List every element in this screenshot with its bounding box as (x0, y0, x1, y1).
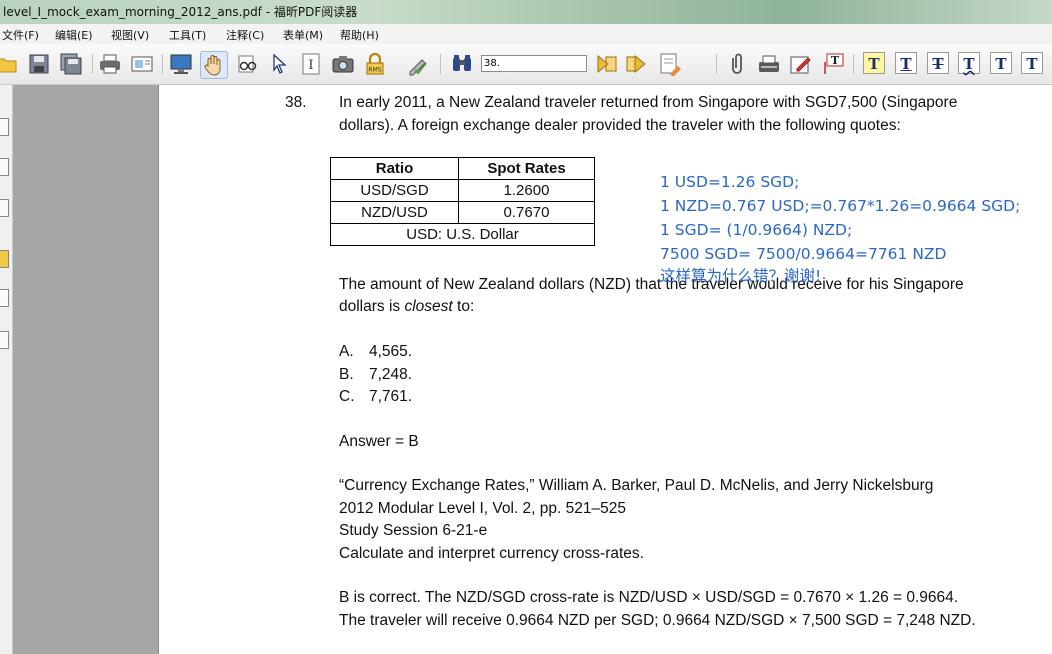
find-binoculars-icon[interactable] (449, 51, 475, 77)
menu-edit[interactable]: 编辑(E) (55, 27, 93, 43)
prev-result-icon[interactable] (593, 51, 619, 77)
rates-table: Ratio Spot Rates USD/SGD 1.2600 NZD/USD … (330, 157, 595, 246)
table-header-cell: Ratio (330, 157, 459, 180)
answer-text: Answer = B (339, 433, 419, 450)
text-insert-icon[interactable]: T (1021, 52, 1043, 74)
pages-panel-icon[interactable] (0, 118, 9, 136)
comments-panel-icon[interactable] (0, 250, 9, 268)
annotation-line: 1 NZD=0.767 USD;=0.767*1.26=0.9664 SGD; (660, 197, 1021, 215)
highlight-page-icon[interactable] (657, 51, 683, 77)
table-footer-row: USD: U.S. Dollar (330, 223, 595, 246)
page-setup-icon[interactable] (129, 51, 155, 77)
print-icon[interactable] (97, 51, 123, 77)
svg-text:I: I (308, 58, 313, 73)
svg-text:RMS: RMS (368, 67, 381, 74)
typewriter-icon[interactable] (756, 51, 782, 77)
menu-comments[interactable]: 注释(C) (226, 27, 264, 43)
menu-file[interactable]: 文件(F) (2, 27, 39, 43)
next-result-icon[interactable] (624, 51, 650, 77)
menu-view[interactable]: 视图(V) (111, 27, 149, 43)
option-letter: B. (339, 366, 354, 383)
reference-line: Calculate and interpret currency cross-r… (339, 545, 644, 562)
save-icon[interactable] (26, 51, 52, 77)
question-text-line1: In early 2011, a New Zealand traveler re… (339, 94, 958, 111)
text-underline-icon[interactable]: T (895, 52, 917, 74)
title-bar: level_I_mock_exam_morning_2012_ans.pdf -… (0, 0, 1052, 24)
window-title: level_I_mock_exam_morning_2012_ans.pdf -… (3, 5, 358, 19)
signatures-panel-icon[interactable] (0, 331, 9, 349)
annotation-line: 1 USD=1.26 SGD; (660, 173, 800, 191)
open-icon[interactable] (0, 51, 20, 77)
note-pen-icon[interactable] (788, 51, 814, 77)
option-letter: A. (339, 343, 354, 360)
option-c: C. 7,761. (339, 388, 412, 406)
table-cell: 0.7670 (458, 201, 595, 224)
text-strike-icon[interactable]: T (927, 52, 949, 74)
table-row: NZD/USD 0.7670 (330, 201, 595, 224)
table-header-cell: Spot Rates (458, 157, 595, 180)
layers-panel-icon[interactable] (0, 199, 9, 217)
text-replace-icon[interactable]: T (990, 52, 1012, 74)
text-field-icon[interactable]: T (820, 51, 846, 77)
zoom-glasses-icon[interactable] (234, 51, 260, 77)
table-header-row: Ratio Spot Rates (330, 157, 595, 180)
reference-line: “Currency Exchange Rates,” William A. Ba… (339, 477, 934, 494)
explanation-line: B is correct. The NZD/SGD cross-rate is … (339, 589, 959, 606)
hand-tool-icon[interactable] (200, 51, 228, 79)
document-page: 38. In early 2011, a New Zealand travele… (159, 85, 1052, 654)
reference-line: 2012 Modular Level I, Vol. 2, pp. 521–52… (339, 500, 626, 517)
svg-text:T: T (831, 54, 840, 67)
menu-tools[interactable]: 工具(T) (169, 27, 206, 43)
annotation-line: 1 SGD= (1/0.9664) NZD; (660, 221, 853, 239)
table-footer-cell: USD: U.S. Dollar (330, 223, 595, 246)
question-number: 38. (285, 94, 307, 111)
signature-icon[interactable] (405, 51, 431, 77)
option-value: 7,248. (369, 366, 413, 383)
toolbar-separator (716, 54, 717, 74)
rms-lock-icon[interactable]: RMS (362, 51, 388, 77)
side-panel (13, 85, 159, 654)
explanation-line: The traveler will receive 0.9664 NZD per… (339, 612, 976, 629)
option-b: B. 7,248. (339, 366, 412, 384)
snapshot-camera-icon[interactable] (330, 51, 356, 77)
search-input[interactable] (481, 55, 587, 72)
attach-icon[interactable] (724, 51, 750, 77)
menu-bar: 文件(F) 编辑(E) 视图(V) 工具(T) 注释(C) 表单(M) 帮助(H… (0, 24, 1052, 44)
typewriter-annotation[interactable]: 1 USD=1.26 SGD; 1 NZD=0.767 USD;=0.767*1… (660, 170, 1020, 288)
option-value: 4,565. (369, 343, 413, 360)
attachments-panel-icon[interactable] (0, 289, 9, 307)
toolbar-separator (92, 54, 93, 74)
annotation-line: 7500 SGD= 7500/0.9664=7761 NZD (660, 245, 947, 263)
toolbar-separator (853, 54, 854, 74)
prompt-text: to: (452, 298, 475, 315)
prompt-emphasis: closest (404, 298, 453, 315)
text-squiggly-icon[interactable]: T (958, 52, 980, 74)
annotation-line: 这样算为什么错？谢谢! (660, 267, 822, 285)
question-text-line2: dollars). A foreign exchange dealer prov… (339, 117, 901, 134)
toolbar-separator (440, 54, 441, 74)
text-select-icon[interactable]: I (298, 51, 324, 77)
text-highlight-icon[interactable]: T (863, 52, 885, 74)
save-all-icon[interactable] (58, 51, 84, 77)
table-cell: NZD/USD (330, 201, 459, 224)
toolbar-separator (162, 54, 163, 74)
prompt-text: dollars is (339, 298, 405, 315)
menu-forms[interactable]: 表单(M) (283, 27, 323, 43)
table-cell: 1.2600 (458, 179, 595, 202)
toolbar: I RMS T T T T T T T (0, 44, 1052, 85)
monitor-icon[interactable] (168, 51, 194, 77)
navigation-strip (0, 85, 13, 654)
bookmarks-panel-icon[interactable] (0, 158, 9, 176)
option-letter: C. (339, 388, 355, 405)
prompt-line2: dollars is closest to: (339, 298, 474, 316)
select-arrow-icon[interactable] (266, 51, 292, 77)
option-a: A. 4,565. (339, 343, 412, 361)
table-row: USD/SGD 1.2600 (330, 179, 595, 202)
option-value: 7,761. (369, 388, 413, 405)
table-cell: USD/SGD (330, 179, 459, 202)
menu-help[interactable]: 帮助(H) (340, 27, 379, 43)
reference-line: Study Session 6-21-e (339, 522, 488, 539)
